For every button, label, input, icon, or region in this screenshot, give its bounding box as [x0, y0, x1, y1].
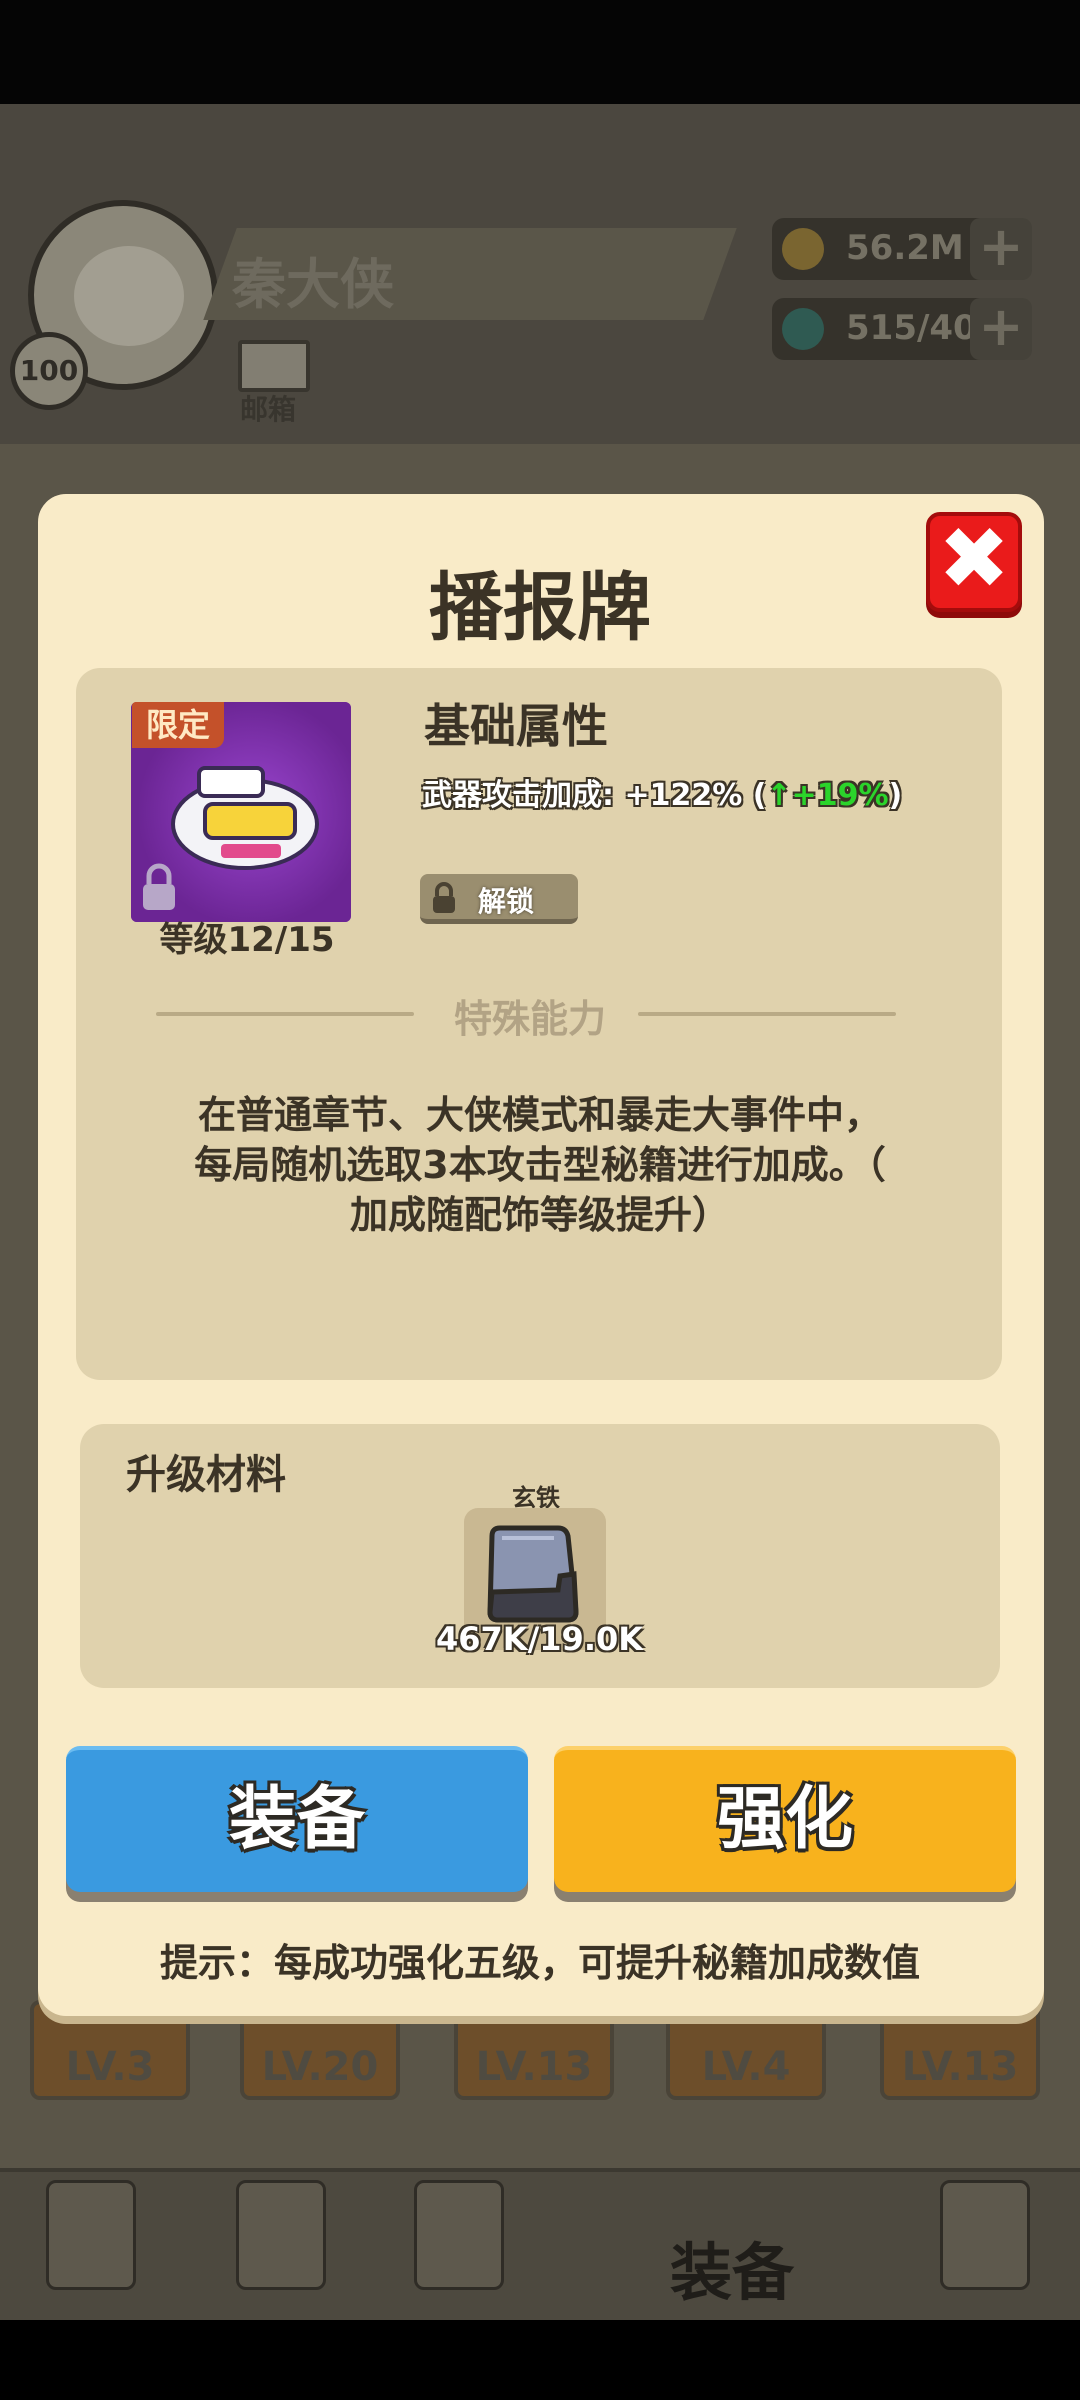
coin-value: 56.2M	[846, 228, 964, 268]
card-level: LV.20	[261, 2044, 379, 2090]
unlock-button[interactable]: 解锁	[420, 874, 578, 924]
item-level: 等级12/15	[159, 920, 335, 960]
nav-cultivate-icon[interactable]	[236, 2180, 326, 2290]
weapon-attack-bonus: 武器攻击加成: +122% (↑+19%)	[422, 770, 902, 814]
bottom-nav	[0, 2168, 1080, 2320]
coin-counter: 56.2M +	[772, 218, 1032, 280]
add-coins-button[interactable]: +	[970, 218, 1032, 280]
player-name: 秦大侠	[232, 253, 394, 316]
gem-counter: 515/40 +	[772, 298, 1032, 360]
description-line: 每局随机选取3本攻击型秘籍进行加成。（	[194, 1143, 886, 1187]
status-bar	[0, 0, 1080, 104]
card-level: LV.3	[65, 2044, 155, 2090]
material-title: 升级材料	[126, 1452, 286, 1498]
iron-ore-icon	[487, 1525, 579, 1623]
stat-label: 武器攻击加成: +122% (	[422, 778, 767, 813]
system-nav-bar	[0, 2320, 1080, 2400]
coin-icon	[782, 228, 824, 270]
nav-task-icon[interactable]	[46, 2180, 136, 2290]
avatar-face-icon	[74, 246, 184, 346]
description-line: 加成随配饰等级提升）	[349, 1193, 730, 1237]
mail-icon[interactable]	[238, 340, 310, 392]
enhance-button[interactable]: 强化	[554, 1746, 1016, 1892]
broadcast-sign-icon	[171, 766, 319, 870]
stat-close: )	[888, 778, 903, 813]
card-level: LV.13	[475, 2044, 593, 2090]
mail-label: 邮箱	[240, 393, 297, 426]
tip-text: 提示：每成功强化五级，可提升秘籍加成数值	[159, 1941, 920, 1985]
add-gems-button[interactable]: +	[970, 298, 1032, 360]
nav-weapon-icon[interactable]	[414, 2180, 504, 2290]
modal-title: 播报牌	[429, 565, 651, 651]
player-level-badge: 100	[10, 332, 88, 410]
description-line: 在普通章节、大侠模式和暴走大事件中，	[197, 1093, 882, 1137]
equip-button[interactable]: 装备	[66, 1746, 528, 1892]
nav-collect-icon[interactable]	[940, 2180, 1030, 2290]
material-count: 467K/19.0K	[436, 1620, 644, 1658]
lock-icon	[143, 863, 175, 910]
unlock-label: 解锁	[478, 885, 535, 918]
card-level: LV.13	[901, 2044, 1019, 2090]
special-ability-description: 在普通章节、大侠模式和暴走大事件中， 每局随机选取3本攻击型秘籍进行加成。（ 加…	[110, 1090, 970, 1240]
gem-icon	[782, 308, 824, 350]
card-level: LV.4	[701, 2044, 791, 2090]
gem-value: 515/40	[846, 308, 977, 348]
lock-icon	[433, 882, 455, 913]
limited-badge: 限定	[132, 702, 224, 748]
stat-increase: ↑+19%	[766, 778, 889, 813]
nav-equip-tab[interactable]: 装备	[670, 2222, 794, 2312]
special-ability-title: 特殊能力	[453, 997, 606, 1041]
base-attributes-title: 基础属性	[424, 699, 608, 753]
